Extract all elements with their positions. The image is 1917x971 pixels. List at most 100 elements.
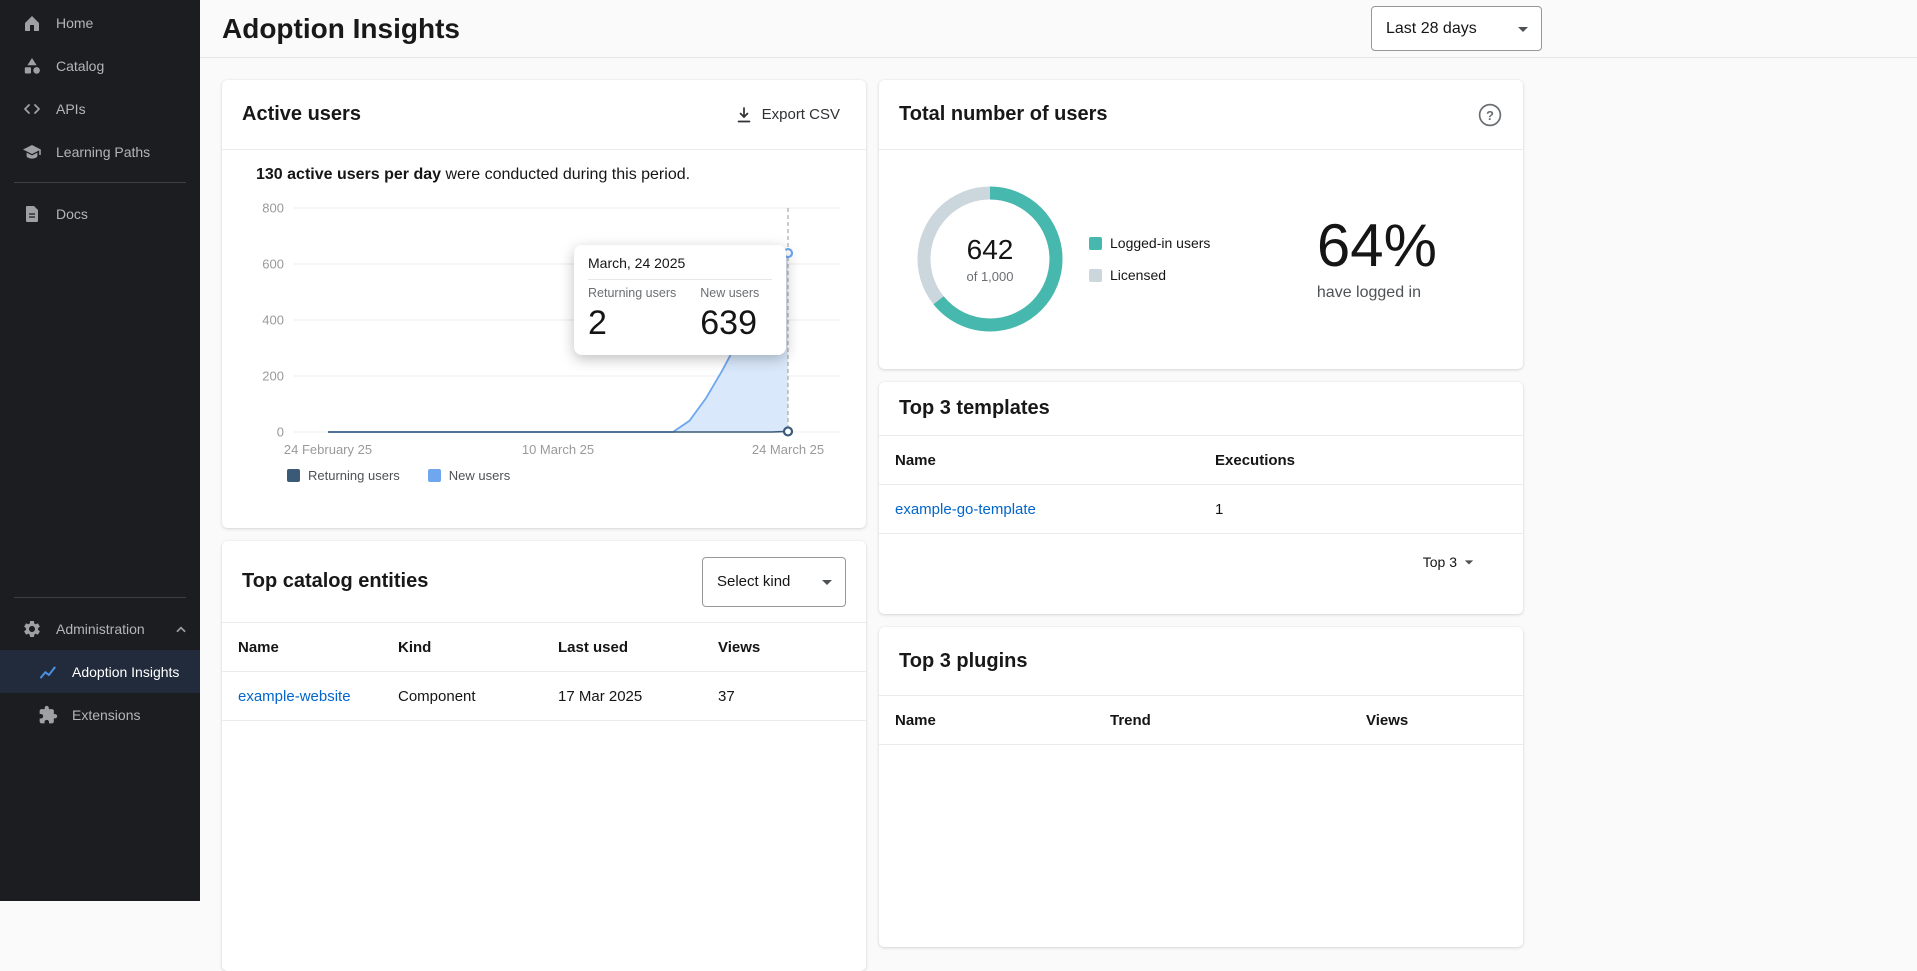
legend-item-returning: Returning users xyxy=(287,468,400,483)
chevron-down-icon xyxy=(815,570,839,594)
left-column: Active users Export CSV 130 active users… xyxy=(222,80,866,971)
kind-select[interactable]: Select kind xyxy=(702,557,846,607)
top-catalog-card-header: Top catalog entities Select kind xyxy=(222,541,866,623)
table-footer: Top 3 xyxy=(879,534,1523,590)
entity-link[interactable]: example-website xyxy=(238,688,351,705)
rows-per-page-select[interactable]: Top 3 xyxy=(1423,552,1479,572)
donut-chart: 642 of 1,000 xyxy=(915,184,1065,334)
date-range-select[interactable]: Last 28 days xyxy=(1371,6,1542,51)
sidebar-item-label: Extensions xyxy=(72,707,140,723)
sidebar: Home Catalog APIs Learning Paths Docs Ad… xyxy=(0,0,200,901)
top-templates-card: Top 3 templates Name Executions example-… xyxy=(879,382,1523,614)
tooltip-body: Returning users 2 New users 639 xyxy=(588,286,772,343)
sidebar-item-label: Administration xyxy=(56,621,145,637)
percentage-value: 64% xyxy=(1317,216,1437,276)
kind-select-value: Select kind xyxy=(717,573,790,590)
svg-text:400: 400 xyxy=(262,313,284,328)
active-users-card-header: Active users Export CSV xyxy=(222,80,866,150)
total-users-card: Total number of users ? 642 of 1,000 xyxy=(879,80,1523,369)
export-csv-label: Export CSV xyxy=(762,106,840,123)
tooltip-returning: Returning users 2 xyxy=(588,286,676,343)
sidebar-item-catalog[interactable]: Catalog xyxy=(0,44,200,87)
entity-kind: Component xyxy=(382,688,542,705)
page-header: Adoption Insights Last 28 days xyxy=(200,0,1917,58)
donut-value: 642 xyxy=(967,234,1014,266)
sidebar-item-extensions[interactable]: Extensions xyxy=(0,693,200,736)
total-users-card-header: Total number of users ? xyxy=(879,80,1523,150)
column-header-last-used: Last used xyxy=(542,639,702,656)
help-icon[interactable]: ? xyxy=(1477,102,1503,128)
column-header-views: Views xyxy=(1350,712,1523,729)
card-title: Top 3 templates xyxy=(899,397,1050,420)
download-icon xyxy=(734,105,754,125)
template-executions: 1 xyxy=(1199,501,1523,518)
legend-swatch-new xyxy=(428,469,441,482)
svg-text:24 March 25: 24 March 25 xyxy=(752,442,824,457)
home-icon xyxy=(22,13,42,33)
sidebar-item-label: Learning Paths xyxy=(56,144,150,160)
main-content: Adoption Insights Last 28 days Active us… xyxy=(200,0,1917,901)
sidebar-item-apis[interactable]: APIs xyxy=(0,87,200,130)
svg-text:800: 800 xyxy=(262,202,284,216)
card-title: Top 3 plugins xyxy=(899,650,1028,673)
tooltip-new-label: New users xyxy=(700,286,759,300)
total-users-body: 642 of 1,000 Logged-in users Licensed xyxy=(879,150,1523,368)
tooltip-returning-value: 2 xyxy=(588,304,676,343)
top-plugins-card-header: Top 3 plugins xyxy=(879,627,1523,696)
gear-icon xyxy=(22,619,42,639)
legend-swatch-returning xyxy=(287,469,300,482)
chart-legend: Returning users New users xyxy=(287,468,866,483)
summary-strong: 130 active users per day xyxy=(256,166,441,183)
top-templates-card-header: Top 3 templates xyxy=(879,382,1523,436)
docs-icon xyxy=(22,204,42,224)
sidebar-item-label: Catalog xyxy=(56,58,104,74)
table-header-row: Name Kind Last used Views xyxy=(222,623,866,672)
tooltip-new-value: 639 xyxy=(700,304,759,343)
card-title: Total number of users xyxy=(899,103,1108,126)
sidebar-item-label: Docs xyxy=(56,206,88,222)
insights-chart-icon xyxy=(38,662,58,682)
column-header-executions: Executions xyxy=(1199,452,1523,469)
legend-swatch-logged-in xyxy=(1089,237,1102,250)
legend-item-new: New users xyxy=(428,468,510,483)
sidebar-item-home[interactable]: Home xyxy=(0,1,200,44)
rows-per-page-value: Top 3 xyxy=(1423,554,1457,570)
page-title: Adoption Insights xyxy=(222,13,460,45)
sidebar-bottom-group: Administration Adoption Insights Extensi… xyxy=(0,588,200,736)
donut-sublabel: of 1,000 xyxy=(967,269,1014,284)
sidebar-item-administration[interactable]: Administration xyxy=(0,607,200,650)
template-link[interactable]: example-go-template xyxy=(895,501,1036,518)
active-users-summary: 130 active users per day were conducted … xyxy=(256,166,846,184)
column-header-views: Views xyxy=(702,639,866,656)
legend-label: Licensed xyxy=(1110,267,1166,283)
sidebar-item-label: Adoption Insights xyxy=(72,664,179,680)
table-header-row: Name Executions xyxy=(879,436,1523,485)
legend-item-licensed: Licensed xyxy=(1089,267,1210,283)
card-title: Active users xyxy=(242,103,361,126)
sidebar-item-adoption-insights[interactable]: Adoption Insights xyxy=(0,650,200,693)
active-users-card: Active users Export CSV 130 active users… xyxy=(222,80,866,528)
export-csv-button[interactable]: Export CSV xyxy=(728,101,846,129)
table-row: example-website Component 17 Mar 2025 37 xyxy=(222,672,866,721)
svg-text:200: 200 xyxy=(262,369,284,384)
chevron-up-icon xyxy=(172,620,190,638)
chart-tooltip: March, 24 2025 Returning users 2 New use… xyxy=(574,245,786,355)
sidebar-item-docs[interactable]: Docs xyxy=(0,192,200,235)
entity-views: 37 xyxy=(702,688,866,705)
sidebar-divider xyxy=(14,597,186,598)
donut-legend: Logged-in users Licensed xyxy=(1089,235,1210,283)
right-column: Total number of users ? 642 of 1,000 xyxy=(879,80,1523,971)
svg-text:600: 600 xyxy=(262,257,284,272)
svg-text:0: 0 xyxy=(277,425,284,440)
logged-in-percentage: 64% have logged in xyxy=(1317,216,1437,302)
sidebar-item-label: Home xyxy=(56,15,93,31)
column-header-name: Name xyxy=(222,639,382,656)
learning-paths-icon xyxy=(22,142,42,162)
sidebar-item-learning-paths[interactable]: Learning Paths xyxy=(0,130,200,173)
sidebar-divider xyxy=(14,182,186,183)
svg-text:24 February 25: 24 February 25 xyxy=(284,442,372,457)
cards-grid: Active users Export CSV 130 active users… xyxy=(222,80,1917,971)
sidebar-item-label: APIs xyxy=(56,101,86,117)
tooltip-new: New users 639 xyxy=(700,286,759,343)
catalog-icon xyxy=(22,56,42,76)
